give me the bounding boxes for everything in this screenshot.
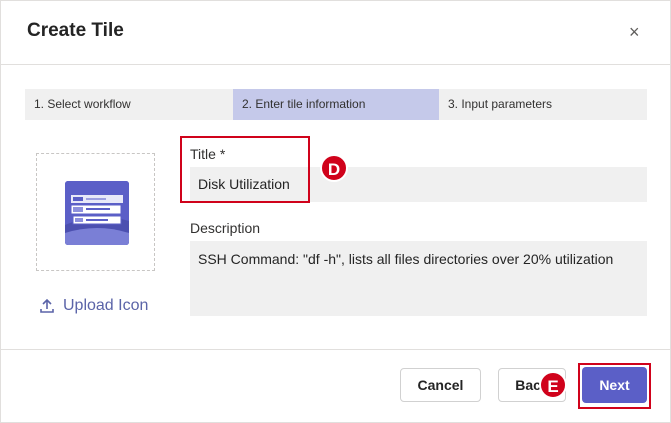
annotation-badge-d: D (320, 154, 348, 182)
dialog-footer (1, 349, 670, 350)
upload-icon (40, 298, 54, 313)
tile-icon-preview (36, 153, 155, 271)
upload-icon-label: Upload Icon (63, 297, 149, 314)
close-icon[interactable]: × (629, 23, 640, 41)
dialog-header: Create Tile × (1, 1, 670, 65)
annotation-box-d (180, 136, 310, 203)
description-textarea[interactable]: SSH Command: "df -h", lists all files di… (190, 241, 647, 316)
wizard-stepper: 1. Select workflow 2. Enter tile informa… (25, 89, 647, 120)
step-select-workflow[interactable]: 1. Select workflow (25, 89, 233, 120)
description-label: Description (190, 220, 261, 236)
create-tile-dialog: Create Tile × 1. Select workflow 2. Ente… (0, 0, 671, 423)
dialog-title: Create Tile (27, 20, 124, 41)
cancel-button[interactable]: Cancel (400, 368, 481, 402)
annotation-box-e (578, 363, 651, 409)
annotation-badge-e: E (539, 371, 567, 399)
step-enter-tile-information[interactable]: 2. Enter tile information (233, 89, 439, 120)
step-input-parameters[interactable]: 3. Input parameters (439, 89, 647, 120)
tile-image-icon (65, 181, 129, 245)
upload-icon-button[interactable]: Upload Icon (39, 297, 148, 315)
